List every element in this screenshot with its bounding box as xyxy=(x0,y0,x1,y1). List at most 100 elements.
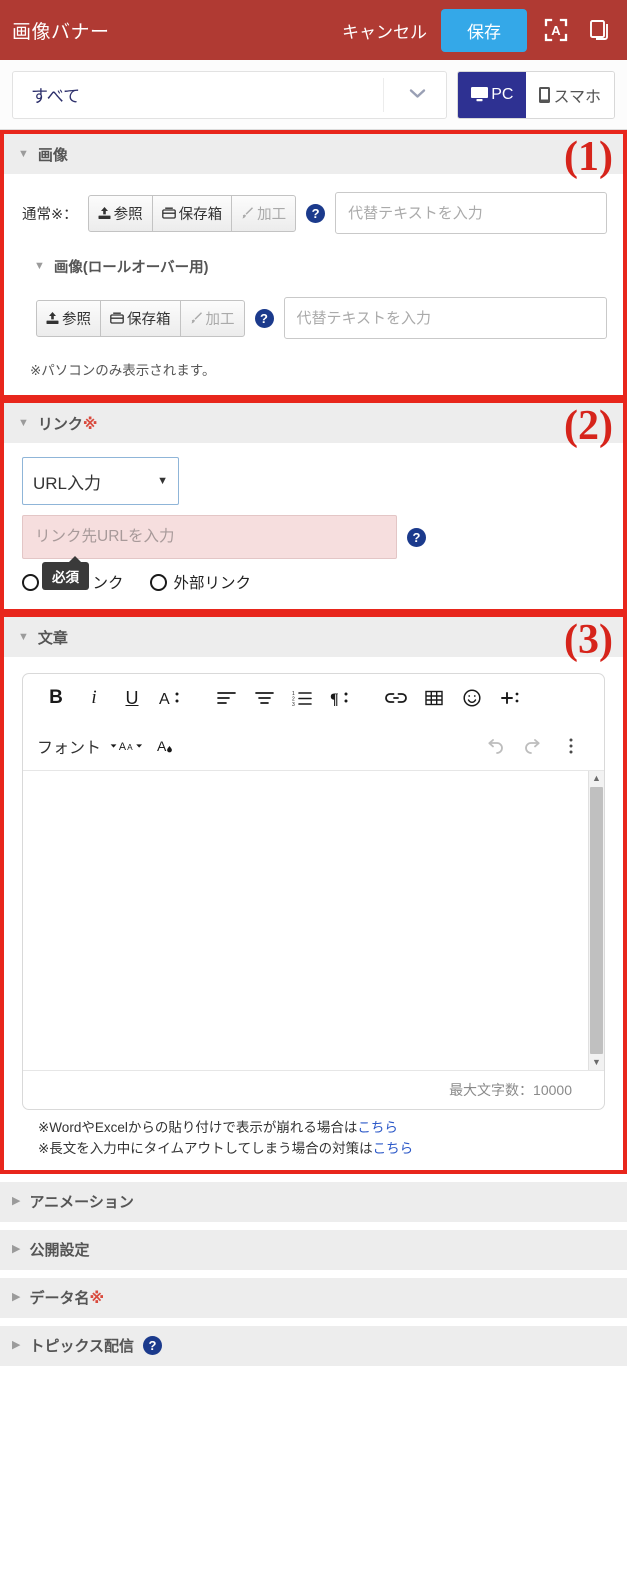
annotation-box-2: (2) ▼ リンク※ URL入力 ▼ ? 内部リンク 外部リンク xyxy=(0,399,627,613)
translate-a-icon[interactable]: A xyxy=(541,15,571,45)
save-button[interactable]: 保存 xyxy=(441,8,527,52)
chevron-down-icon xyxy=(409,87,426,103)
numbered-list-icon[interactable]: 123 xyxy=(283,679,321,717)
section-header-animation[interactable]: ▶ アニメーション xyxy=(0,1181,627,1222)
font-size-icon[interactable]: AA xyxy=(109,727,147,765)
svg-text:A: A xyxy=(551,23,561,38)
browse-button[interactable]: 参照 xyxy=(87,194,153,232)
section-title-link: リンク※ xyxy=(37,415,98,433)
table-icon[interactable] xyxy=(415,679,453,717)
scroll-down-icon[interactable]: ▼ xyxy=(592,1055,601,1070)
triangle-down-icon: ▼ xyxy=(34,260,45,272)
category-select[interactable]: すべて xyxy=(12,70,448,119)
storage-box-button[interactable]: 保存箱 xyxy=(151,194,233,232)
section-body-link: URL入力 ▼ ? 内部リンク 外部リンク 必須 xyxy=(4,443,623,609)
emoji-icon[interactable] xyxy=(453,679,491,717)
radio-external-link[interactable]: 外部リンク xyxy=(149,571,251,593)
rollover-edit-image-button[interactable]: 加工 xyxy=(179,299,245,337)
section-title-topics-distribution: トピックス配信 xyxy=(29,1338,135,1356)
link-icon[interactable] xyxy=(377,679,415,717)
font-family-select[interactable]: フォント xyxy=(37,734,101,758)
image-normal-label: 通常※： xyxy=(22,206,78,223)
paragraph-icon[interactable]: ¶ xyxy=(321,679,359,717)
text-highlight-icon[interactable]: A xyxy=(147,727,185,765)
radio-circle-icon xyxy=(22,573,39,591)
triangle-right-icon: ▶ xyxy=(12,1339,21,1352)
rollover-note: ※パソコンのみ表示されます。 xyxy=(30,363,216,378)
image-rollover-button-group: 参照 保存箱 加工 xyxy=(36,299,245,337)
link-url-row: ? xyxy=(22,515,607,559)
device-btn-mobile[interactable]: スマホ xyxy=(526,71,614,118)
device-toggle: PC スマホ xyxy=(457,70,615,119)
align-center-icon[interactable] xyxy=(245,679,283,717)
section-title-rollover-image: 画像(ロールオーバー用) xyxy=(53,260,209,276)
italic-icon[interactable]: i xyxy=(75,679,113,717)
image-rollover-row: 参照 保存箱 加工 ? xyxy=(4,277,623,349)
section-header-link[interactable]: ▼ リンク※ xyxy=(4,403,623,443)
edit-image-button-label: 加工 xyxy=(257,206,287,223)
device-btn-pc[interactable]: PC xyxy=(458,71,527,118)
rollover-browse-button[interactable]: 参照 xyxy=(36,299,101,337)
svg-text:A: A xyxy=(157,738,167,754)
footnote-1: ※WordやExcelからの貼り付けで表示が崩れる場合はこちら xyxy=(38,1120,398,1135)
help-icon[interactable]: ? xyxy=(407,527,426,547)
section-header-text[interactable]: ▼ 文章 xyxy=(4,617,623,657)
triangle-right-icon: ▶ xyxy=(12,1195,21,1208)
section-title-publish-settings: 公開設定 xyxy=(29,1242,90,1260)
section-header-data-name[interactable]: ▶ データ名※ xyxy=(0,1277,627,1318)
text-color-icon[interactable]: A xyxy=(151,679,189,717)
link-url-input[interactable] xyxy=(22,515,397,559)
section-header-publish-settings[interactable]: ▶ 公開設定 xyxy=(0,1229,627,1270)
edit-image-button[interactable]: 加工 xyxy=(231,194,297,232)
editor-content-area[interactable]: ▲ ▼ xyxy=(23,770,604,1070)
triangle-right-icon: ▶ xyxy=(12,1291,21,1304)
section-header-rollover-image[interactable]: ▼ 画像(ロールオーバー用) xyxy=(4,244,623,277)
help-icon[interactable]: ? xyxy=(254,308,274,328)
editor-scrollbar[interactable]: ▲ ▼ xyxy=(588,771,604,1070)
footnote-1-link[interactable]: こちら xyxy=(357,1120,398,1135)
scrollbar-thumb[interactable] xyxy=(590,787,603,1054)
device-btn-pc-label: PC xyxy=(491,85,514,103)
caret-down-icon: ▼ xyxy=(157,475,168,487)
browse-button-label: 参照 xyxy=(113,206,143,223)
align-left-icon[interactable] xyxy=(207,679,245,717)
filter-toolbar: すべて PC スマホ xyxy=(0,60,627,130)
help-icon[interactable]: ? xyxy=(306,203,326,223)
alt-text-input[interactable] xyxy=(335,192,607,234)
section-header-image[interactable]: ▼ 画像 xyxy=(4,134,623,174)
rollover-storage-box-button[interactable]: 保存箱 xyxy=(100,299,181,337)
footnote-2-link[interactable]: こちら xyxy=(373,1141,414,1156)
undo-icon[interactable] xyxy=(476,727,514,765)
section-body-image: 通常※： 参照 保存箱 加工 ? 代替テキストを入力 ▼ 画像(ロールオーバー用… xyxy=(4,174,623,395)
link-target-radio-group: 内部リンク 外部リンク 必須 xyxy=(22,556,607,593)
section-title-text: 文章 xyxy=(37,629,68,647)
more-vertical-icon[interactable] xyxy=(552,727,590,765)
device-btn-mobile-label: スマホ xyxy=(553,88,601,106)
redo-icon[interactable] xyxy=(514,727,552,765)
required-tooltip: 必須 xyxy=(42,556,89,590)
editor-toolbar-row-2: フォント AA A xyxy=(23,722,604,770)
triangle-down-icon: ▼ xyxy=(18,630,29,643)
underline-icon[interactable]: U xyxy=(113,679,151,717)
bold-icon[interactable]: B xyxy=(37,679,75,717)
desktop-icon xyxy=(471,87,489,102)
image-normal-button-group: 参照 保存箱 加工 xyxy=(87,194,297,232)
svg-text:A: A xyxy=(159,691,170,707)
insert-plus-icon[interactable] xyxy=(491,679,529,717)
rollover-alt-text-input[interactable] xyxy=(283,297,607,339)
upload-icon xyxy=(98,206,111,220)
link-type-select-value: URL入力 xyxy=(33,473,102,493)
box-icon xyxy=(161,207,176,219)
link-type-select[interactable]: URL入力 ▼ xyxy=(22,457,179,505)
section-header-topics-distribution[interactable]: ▶ トピックス配信 ? xyxy=(0,1325,627,1366)
scroll-up-icon[interactable]: ▲ xyxy=(592,771,601,786)
svg-text:A: A xyxy=(127,743,133,752)
triangle-down-icon: ▼ xyxy=(18,416,29,429)
duplicate-icon[interactable] xyxy=(585,15,615,45)
cancel-button[interactable]: キャンセル xyxy=(342,18,427,43)
rollover-storage-box-button-label: 保存箱 xyxy=(127,311,171,328)
help-icon[interactable]: ? xyxy=(143,1336,163,1356)
annotation-box-1: (1) ▼ 画像 通常※： 参照 保存箱 加工 ? 代替テキストを入力 ▼ 画像… xyxy=(0,130,627,399)
box-icon xyxy=(110,312,124,324)
brush-icon xyxy=(190,311,203,325)
